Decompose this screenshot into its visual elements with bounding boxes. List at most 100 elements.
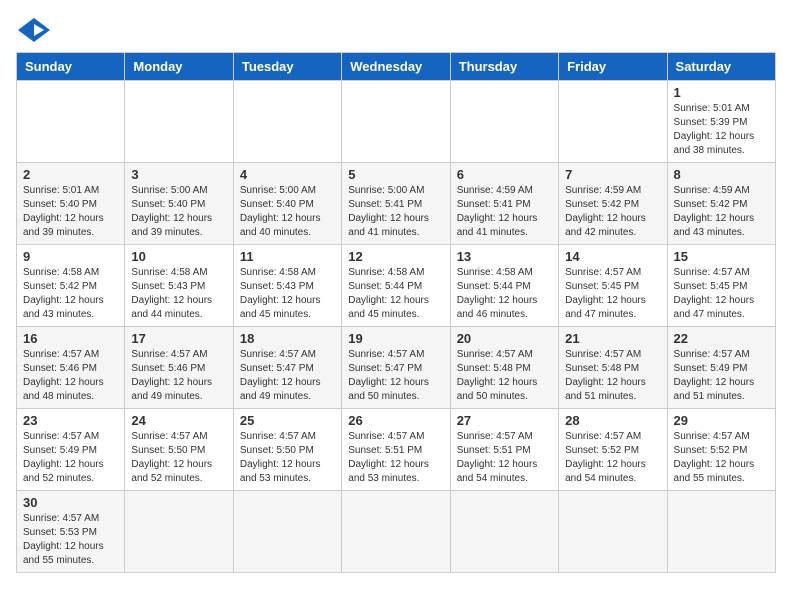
calendar-cell bbox=[450, 81, 558, 163]
weekday-header-tuesday: Tuesday bbox=[233, 53, 341, 81]
calendar-cell: 28 Sunrise: 4:57 AM Sunset: 5:52 PM Dayli… bbox=[559, 409, 667, 491]
day-info: Sunrise: 5:00 AM Sunset: 5:40 PM Dayligh… bbox=[240, 184, 335, 240]
day-info: Sunrise: 4:58 AM Sunset: 5:44 PM Dayligh… bbox=[457, 266, 552, 322]
day-number: 26 bbox=[348, 413, 443, 428]
day-number: 22 bbox=[674, 331, 769, 346]
day-number: 24 bbox=[131, 413, 226, 428]
day-info: Sunrise: 4:57 AM Sunset: 5:45 PM Dayligh… bbox=[674, 266, 769, 322]
calendar-cell: 30 Sunrise: 4:57 AM Sunset: 5:53 PM Dayli… bbox=[17, 491, 125, 573]
day-number: 8 bbox=[674, 167, 769, 182]
day-number: 18 bbox=[240, 331, 335, 346]
calendar-cell: 8Sunrise: 4:59 AM Sunset: 5:42 PM Daylig… bbox=[667, 163, 775, 245]
weekday-header-sunday: Sunday bbox=[17, 53, 125, 81]
calendar-cell bbox=[342, 491, 450, 573]
day-info: Sunrise: 4:57 AM Sunset: 5:47 PM Dayligh… bbox=[348, 348, 443, 404]
day-number: 5 bbox=[348, 167, 443, 182]
logo-icon bbox=[16, 16, 52, 44]
calendar-cell bbox=[233, 491, 341, 573]
day-info: Sunrise: 4:57 AM Sunset: 5:49 PM Dayligh… bbox=[23, 430, 118, 486]
day-number: 27 bbox=[457, 413, 552, 428]
day-info: Sunrise: 4:57 AM Sunset: 5:46 PM Dayligh… bbox=[131, 348, 226, 404]
day-info: Sunrise: 4:58 AM Sunset: 5:43 PM Dayligh… bbox=[240, 266, 335, 322]
day-info: Sunrise: 5:01 AM Sunset: 5:39 PM Dayligh… bbox=[674, 102, 769, 158]
day-info: Sunrise: 4:57 AM Sunset: 5:48 PM Dayligh… bbox=[565, 348, 660, 404]
day-info: Sunrise: 4:57 AM Sunset: 5:49 PM Dayligh… bbox=[674, 348, 769, 404]
day-number: 2 bbox=[23, 167, 118, 182]
calendar-cell: 17 Sunrise: 4:57 AM Sunset: 5:46 PM Dayli… bbox=[125, 327, 233, 409]
calendar-container: SundayMondayTuesdayWednesdayThursdayFrid… bbox=[0, 0, 792, 612]
calendar-cell bbox=[125, 81, 233, 163]
calendar-cell: 24Sunrise: 4:57 AM Sunset: 5:50 PM Dayli… bbox=[125, 409, 233, 491]
calendar-cell: 29 Sunrise: 4:57 AM Sunset: 5:52 PM Dayli… bbox=[667, 409, 775, 491]
calendar-cell bbox=[559, 491, 667, 573]
calendar-cell: 12 Sunrise: 4:58 AM Sunset: 5:44 PM Dayli… bbox=[342, 245, 450, 327]
calendar-cell bbox=[233, 81, 341, 163]
day-number: 10 bbox=[131, 249, 226, 264]
day-number: 23 bbox=[23, 413, 118, 428]
day-info: Sunrise: 5:00 AM Sunset: 5:40 PM Dayligh… bbox=[131, 184, 226, 240]
calendar-cell: 23 Sunrise: 4:57 AM Sunset: 5:49 PM Dayli… bbox=[17, 409, 125, 491]
day-info: Sunrise: 4:58 AM Sunset: 5:44 PM Dayligh… bbox=[348, 266, 443, 322]
day-number: 12 bbox=[348, 249, 443, 264]
calendar-cell: 27 Sunrise: 4:57 AM Sunset: 5:51 PM Dayli… bbox=[450, 409, 558, 491]
calendar-cell bbox=[450, 491, 558, 573]
calendar-cell: 13 Sunrise: 4:58 AM Sunset: 5:44 PM Dayli… bbox=[450, 245, 558, 327]
day-number: 3 bbox=[131, 167, 226, 182]
week-row-4: 16Sunrise: 4:57 AM Sunset: 5:46 PM Dayli… bbox=[17, 327, 776, 409]
calendar-table: SundayMondayTuesdayWednesdayThursdayFrid… bbox=[16, 52, 776, 573]
day-number: 28 bbox=[565, 413, 660, 428]
calendar-cell: 19 Sunrise: 4:57 AM Sunset: 5:47 PM Dayli… bbox=[342, 327, 450, 409]
day-info: Sunrise: 4:57 AM Sunset: 5:51 PM Dayligh… bbox=[457, 430, 552, 486]
week-row-3: 9Sunrise: 4:58 AM Sunset: 5:42 PM Daylig… bbox=[17, 245, 776, 327]
calendar-cell bbox=[559, 81, 667, 163]
day-info: Sunrise: 4:58 AM Sunset: 5:43 PM Dayligh… bbox=[131, 266, 226, 322]
day-info: Sunrise: 4:57 AM Sunset: 5:53 PM Dayligh… bbox=[23, 512, 118, 568]
day-number: 1 bbox=[674, 85, 769, 100]
day-info: Sunrise: 4:57 AM Sunset: 5:50 PM Dayligh… bbox=[240, 430, 335, 486]
calendar-cell bbox=[667, 491, 775, 573]
calendar-cell: 2Sunrise: 5:01 AM Sunset: 5:40 PM Daylig… bbox=[17, 163, 125, 245]
day-number: 14 bbox=[565, 249, 660, 264]
day-info: Sunrise: 4:57 AM Sunset: 5:46 PM Dayligh… bbox=[23, 348, 118, 404]
calendar-cell: 16Sunrise: 4:57 AM Sunset: 5:46 PM Dayli… bbox=[17, 327, 125, 409]
calendar-cell: 15Sunrise: 4:57 AM Sunset: 5:45 PM Dayli… bbox=[667, 245, 775, 327]
calendar-cell: 10 Sunrise: 4:58 AM Sunset: 5:43 PM Dayli… bbox=[125, 245, 233, 327]
day-number: 29 bbox=[674, 413, 769, 428]
day-number: 19 bbox=[348, 331, 443, 346]
calendar-cell: 21 Sunrise: 4:57 AM Sunset: 5:48 PM Dayli… bbox=[559, 327, 667, 409]
calendar-cell: 7 Sunrise: 4:59 AM Sunset: 5:42 PM Daylig… bbox=[559, 163, 667, 245]
calendar-cell: 26 Sunrise: 4:57 AM Sunset: 5:51 PM Dayli… bbox=[342, 409, 450, 491]
day-number: 6 bbox=[457, 167, 552, 182]
weekday-header-wednesday: Wednesday bbox=[342, 53, 450, 81]
weekday-header-friday: Friday bbox=[559, 53, 667, 81]
calendar-cell: 25 Sunrise: 4:57 AM Sunset: 5:50 PM Dayli… bbox=[233, 409, 341, 491]
calendar-cell: 18Sunrise: 4:57 AM Sunset: 5:47 PM Dayli… bbox=[233, 327, 341, 409]
calendar-cell: 20 Sunrise: 4:57 AM Sunset: 5:48 PM Dayli… bbox=[450, 327, 558, 409]
day-info: Sunrise: 4:57 AM Sunset: 5:51 PM Dayligh… bbox=[348, 430, 443, 486]
day-number: 21 bbox=[565, 331, 660, 346]
day-info: Sunrise: 4:57 AM Sunset: 5:48 PM Dayligh… bbox=[457, 348, 552, 404]
calendar-cell: 3 Sunrise: 5:00 AM Sunset: 5:40 PM Daylig… bbox=[125, 163, 233, 245]
day-number: 11 bbox=[240, 249, 335, 264]
logo bbox=[16, 16, 56, 44]
day-info: Sunrise: 5:00 AM Sunset: 5:41 PM Dayligh… bbox=[348, 184, 443, 240]
day-info: Sunrise: 4:57 AM Sunset: 5:52 PM Dayligh… bbox=[565, 430, 660, 486]
day-info: Sunrise: 4:57 AM Sunset: 5:52 PM Dayligh… bbox=[674, 430, 769, 486]
day-info: Sunrise: 4:57 AM Sunset: 5:45 PM Dayligh… bbox=[565, 266, 660, 322]
weekday-header-monday: Monday bbox=[125, 53, 233, 81]
day-number: 13 bbox=[457, 249, 552, 264]
header bbox=[16, 16, 776, 44]
day-number: 4 bbox=[240, 167, 335, 182]
day-number: 7 bbox=[565, 167, 660, 182]
day-number: 17 bbox=[131, 331, 226, 346]
day-number: 30 bbox=[23, 495, 118, 510]
day-info: Sunrise: 4:58 AM Sunset: 5:42 PM Dayligh… bbox=[23, 266, 118, 322]
calendar-cell bbox=[342, 81, 450, 163]
calendar-cell: 5 Sunrise: 5:00 AM Sunset: 5:41 PM Daylig… bbox=[342, 163, 450, 245]
weekday-header-saturday: Saturday bbox=[667, 53, 775, 81]
day-number: 20 bbox=[457, 331, 552, 346]
day-number: 25 bbox=[240, 413, 335, 428]
calendar-cell: 6Sunrise: 4:59 AM Sunset: 5:41 PM Daylig… bbox=[450, 163, 558, 245]
week-row-1: 1 Sunrise: 5:01 AM Sunset: 5:39 PM Daylig… bbox=[17, 81, 776, 163]
day-info: Sunrise: 4:59 AM Sunset: 5:42 PM Dayligh… bbox=[565, 184, 660, 240]
